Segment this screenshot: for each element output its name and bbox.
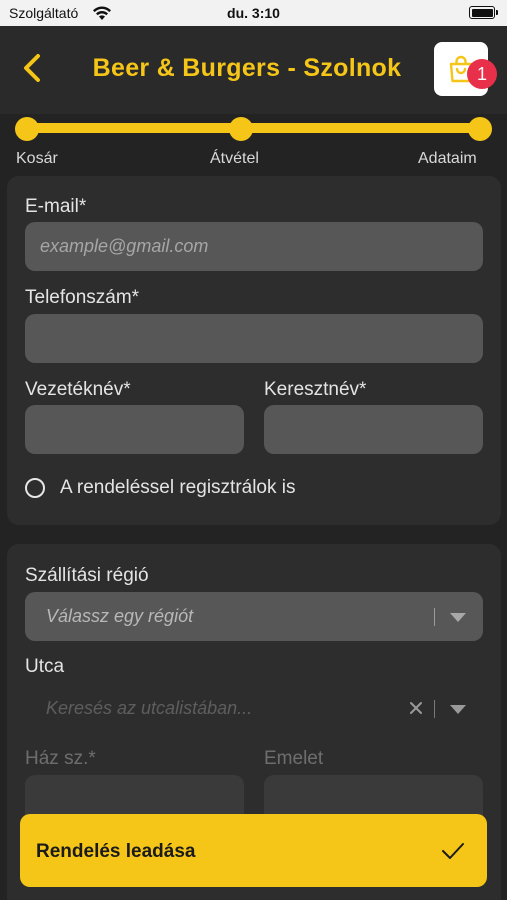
lastname-label: Vezetéknév* <box>25 379 131 400</box>
app-header: Beer & Burgers - Szolnok 1 <box>0 26 507 114</box>
house-number-label: Ház sz.* <box>25 748 96 769</box>
status-bar: Szolgáltató du. 3:10 <box>0 0 507 26</box>
chevron-down-icon[interactable] <box>450 705 466 714</box>
step-label-pickup: Átvétel <box>210 150 259 167</box>
phone-label: Telefonszám* <box>25 287 140 308</box>
clear-icon[interactable] <box>409 701 423 715</box>
phone-field[interactable] <box>25 314 483 363</box>
region-placeholder: Válassz egy régiót <box>46 606 194 626</box>
stepper-track <box>27 123 480 133</box>
checkout-stepper: Kosár Átvétel Adataim <box>0 114 507 174</box>
place-order-button[interactable]: Rendelés leadása <box>20 814 487 887</box>
firstname-field[interactable] <box>264 405 483 454</box>
street-label: Utca <box>25 656 65 677</box>
battery-icon <box>469 6 498 19</box>
firstname-label: Keresztnév* <box>264 379 367 400</box>
page-title: Beer & Burgers - Szolnok <box>92 54 402 82</box>
step-label-cart: Kosár <box>16 150 58 167</box>
cart-count-badge: 1 <box>467 59 497 89</box>
select-separator <box>434 700 435 718</box>
lastname-field[interactable] <box>25 405 244 454</box>
step-label-details: Adataim <box>418 150 477 167</box>
step-dot-cart <box>15 117 39 141</box>
email-field[interactable] <box>25 222 483 271</box>
floor-label: Emelet <box>264 748 324 769</box>
checkmark-icon <box>442 843 464 859</box>
email-label: E-mail* <box>25 196 87 217</box>
place-order-label: Rendelés leadása <box>36 841 196 862</box>
register-radio[interactable] <box>25 478 45 498</box>
step-dot-details <box>468 117 492 141</box>
chevron-down-icon[interactable] <box>450 613 466 622</box>
street-select[interactable]: Keresés az utcalistában... <box>25 684 483 733</box>
select-separator <box>434 608 435 626</box>
back-chevron-icon[interactable] <box>18 50 48 86</box>
clock: du. 3:10 <box>227 5 280 21</box>
register-label[interactable]: A rendeléssel regisztrálok is <box>60 477 296 499</box>
contact-details-card: E-mail* Telefonszám* Vezetéknév* Kereszt… <box>7 176 501 525</box>
street-placeholder: Keresés az utcalistában... <box>46 698 253 718</box>
region-label: Szállítási régió <box>25 565 149 586</box>
region-select[interactable]: Válassz egy régiót <box>25 592 483 641</box>
step-dot-pickup <box>229 117 253 141</box>
